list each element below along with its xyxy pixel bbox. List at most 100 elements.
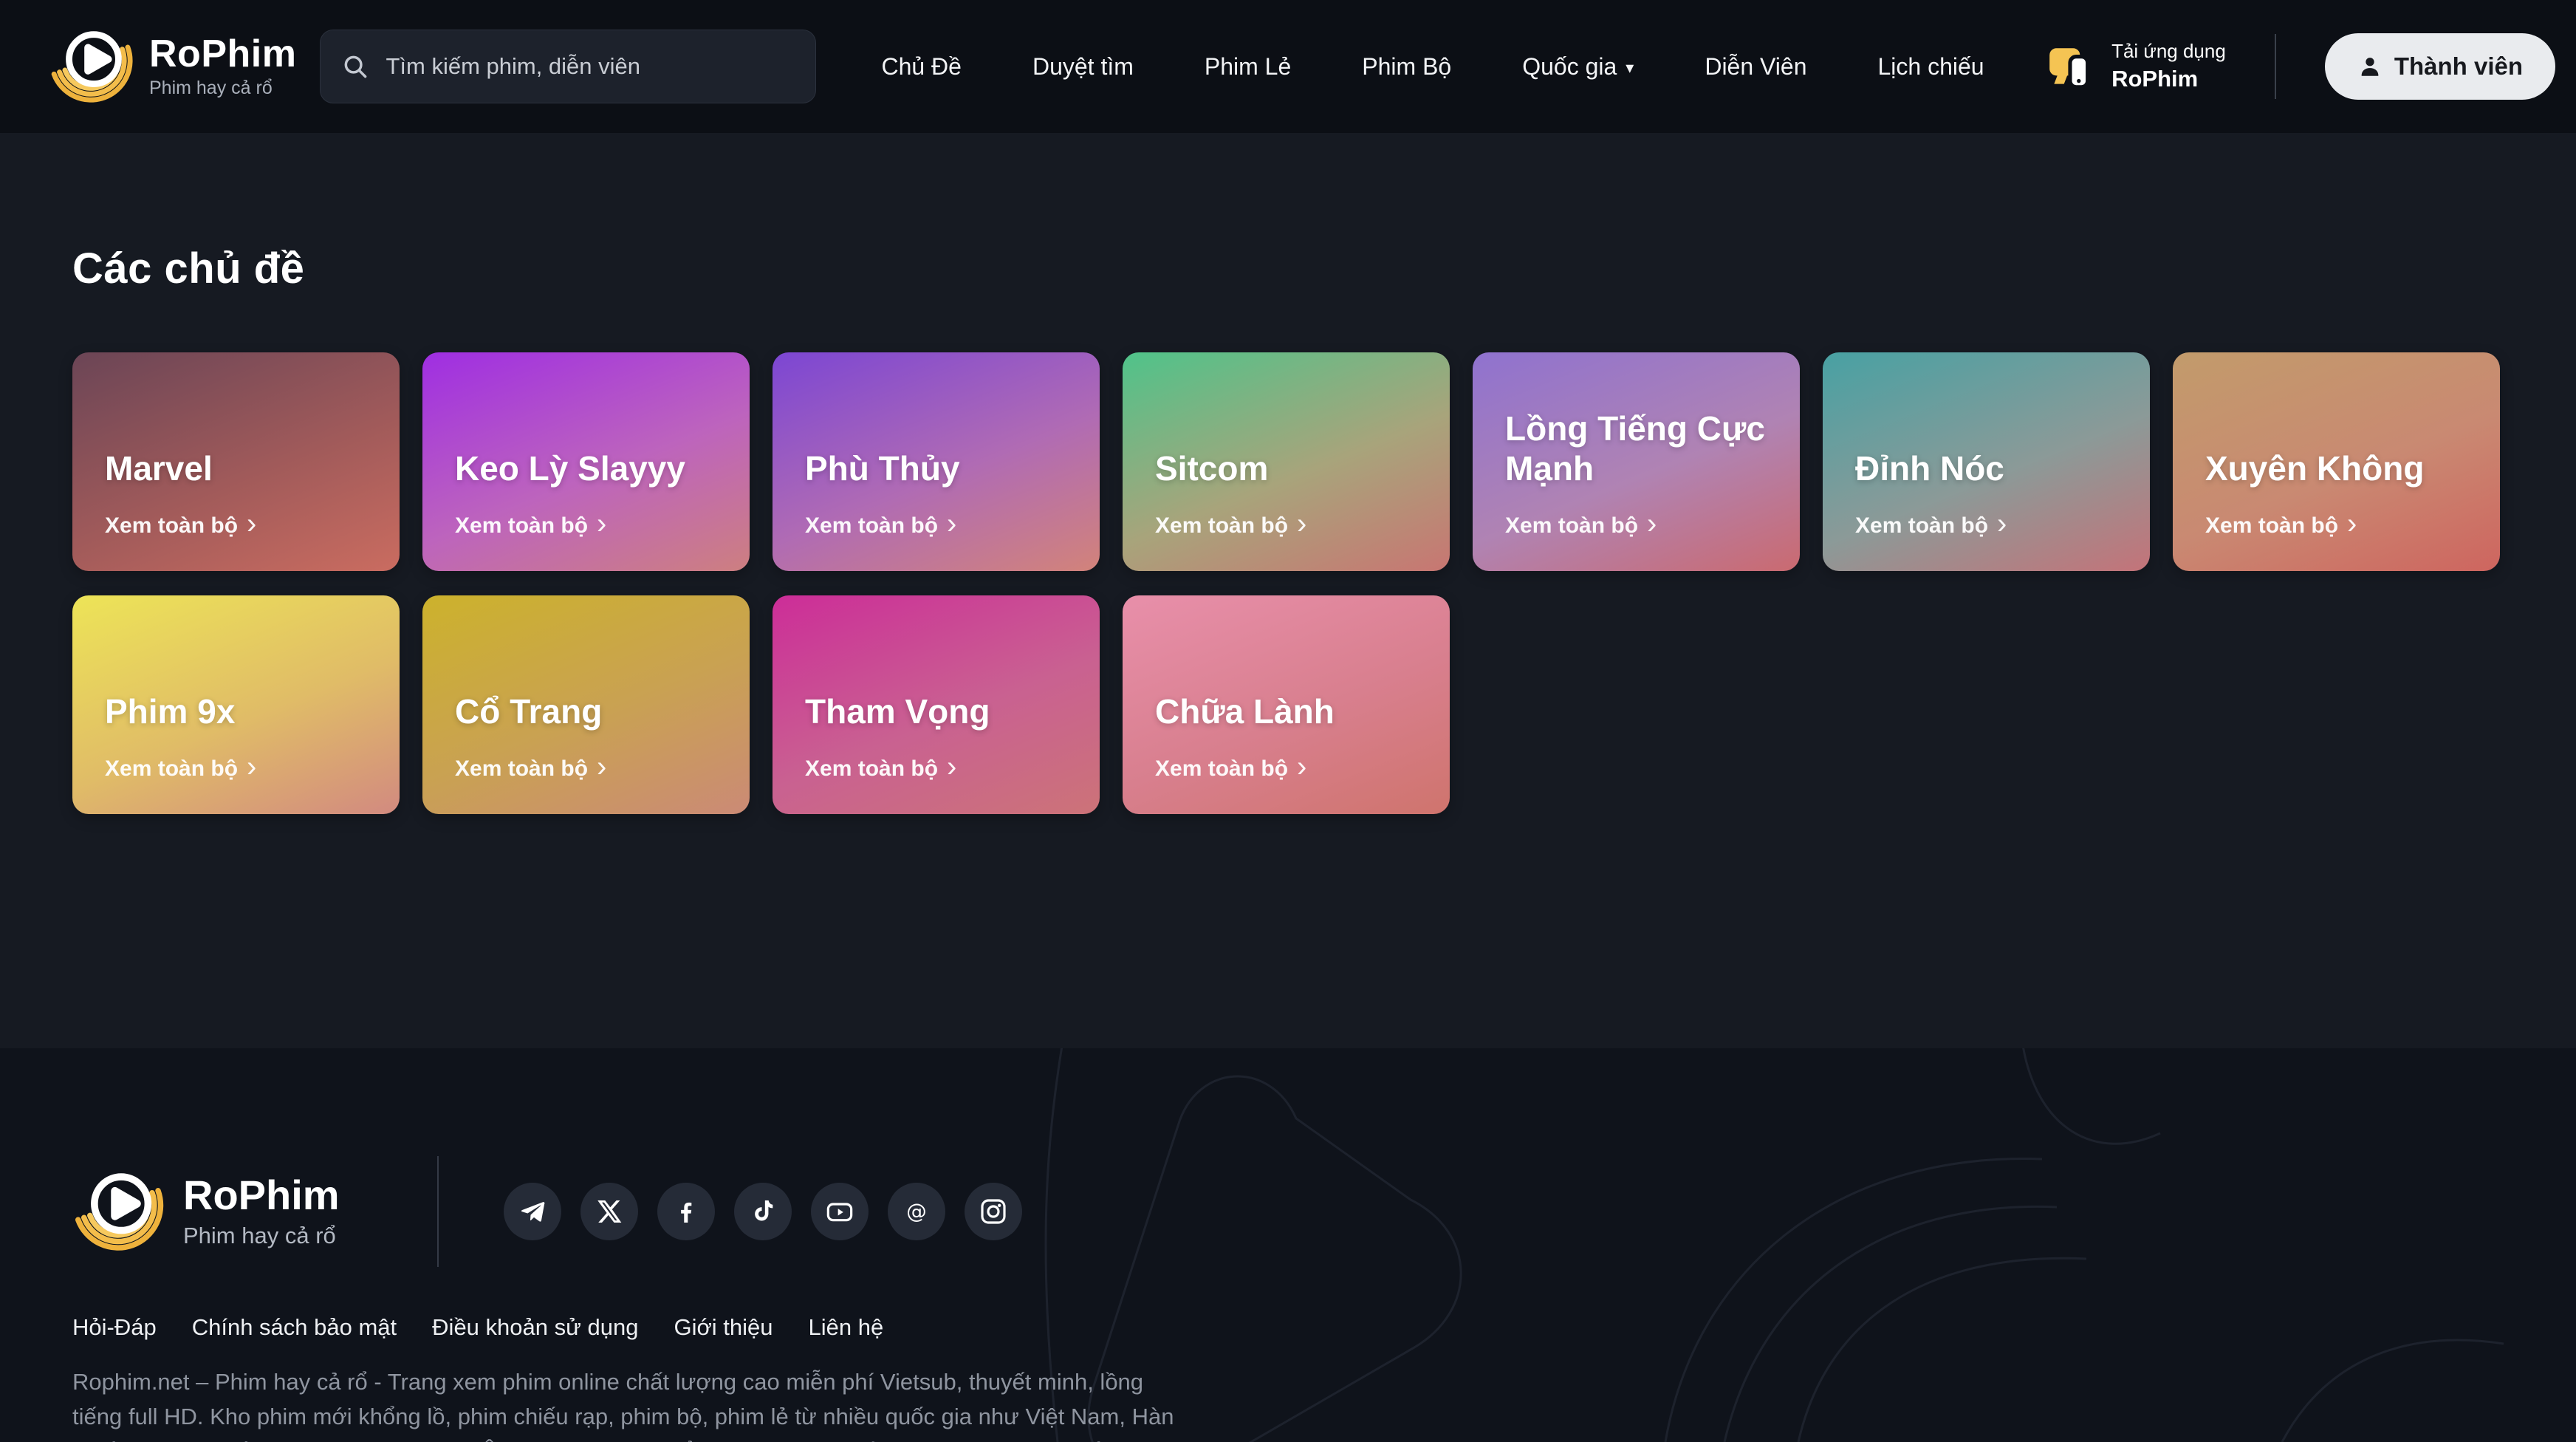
social-button-youtube[interactable]: [811, 1183, 869, 1240]
topic-card[interactable]: Keo Lỳ SlayyyXem toàn bộ›: [422, 352, 750, 571]
search-icon: [341, 52, 369, 81]
topic-card[interactable]: Marvel Xem toàn bộ ›: [72, 352, 400, 571]
header: RoPhim Phim hay cả rổ Chủ Đề Duyệt tìm Phi…: [0, 0, 2576, 133]
main-content: Các chủ đề MarvelXem toàn bộ›Keo Lỳ Slay…: [0, 133, 2576, 1048]
chevron-right-icon: ›: [947, 756, 956, 778]
instagram-icon: [979, 1197, 1008, 1226]
topic-title: Phim 9x: [105, 691, 370, 731]
app-download-line1: Tải ứng dụng: [2111, 41, 2226, 63]
social-button-x[interactable]: [580, 1183, 638, 1240]
topic-view-all-label: Xem toàn bộ: [105, 513, 238, 539]
topic-title: Lồng Tiếng Cực Mạnh: [1505, 409, 1770, 488]
telegram-icon: [518, 1197, 547, 1226]
search-input[interactable]: [384, 52, 795, 81]
footer-link[interactable]: Liên hệ: [809, 1314, 884, 1341]
footer-rophim-logo-icon: [72, 1164, 167, 1259]
brand[interactable]: RoPhim Phim hay cả rổ: [49, 23, 296, 110]
topic-view-all-label: Xem toàn bộ: [455, 513, 588, 539]
topic-title: Phù Thủy: [805, 448, 1070, 488]
topic-view-all-label: Xem toàn bộ: [1505, 513, 1638, 539]
topic-view-all-label: Xem toàn bộ: [455, 756, 588, 782]
topic-title: Xuyên Không: [2205, 448, 2470, 488]
topic-view-all-link[interactable]: Xem toàn bộ›: [105, 756, 370, 782]
topic-card[interactable]: Cổ TrangXem toàn bộ›: [422, 595, 750, 814]
footer-brand-name: RoPhim: [183, 1174, 340, 1217]
nav-item-duyệt-tìm[interactable]: Duyệt tìm: [1032, 53, 1134, 81]
nav-item-lịch-chiếu[interactable]: Lịch chiếu: [1878, 53, 1984, 81]
topic-card[interactable]: Chữa Lành Xem toàn bộ›: [1123, 595, 1450, 814]
topic-view-all-link[interactable]: Xem toàn bộ›: [455, 756, 720, 782]
app-download-text: Tải ứng dụng RoPhim: [2111, 41, 2226, 92]
person-icon: [2357, 54, 2383, 79]
header-divider: [2275, 34, 2276, 99]
topic-title: Marvel: [105, 448, 370, 488]
social-button-threads[interactable]: @: [888, 1183, 945, 1240]
topic-view-all-link[interactable]: Xem toàn bộ ›: [1155, 513, 1420, 539]
topic-view-all-link[interactable]: Xem toàn bộ›: [1505, 513, 1770, 539]
topic-card[interactable]: Đỉnh Nóc Xem toàn bộ›: [1823, 352, 2150, 571]
main-nav: Chủ Đề Duyệt tìm Phim Lẻ Phim Bộ Quốc gia▾ Di…: [881, 53, 1984, 81]
topic-title: Chữa Lành: [1155, 691, 1420, 731]
footer-link[interactable]: Điều khoản sử dụng: [432, 1314, 638, 1341]
svg-text:@: @: [906, 1200, 927, 1223]
member-button-label: Thành viên: [2394, 52, 2523, 81]
topic-view-all-label: Xem toàn bộ: [1155, 756, 1288, 782]
social-button-facebook[interactable]: [657, 1183, 715, 1240]
nav-item-diễn-viên[interactable]: Diễn Viên: [1705, 53, 1806, 81]
nav-item-label: Diễn Viên: [1705, 53, 1806, 81]
threads-icon: @: [902, 1197, 931, 1226]
footer: RoPhim Phim hay cả rổ @ Hỏi-Đáp Chính sác…: [0, 1048, 2576, 1442]
topic-view-all-link[interactable]: Xem toàn bộ›: [1855, 513, 2120, 539]
x-icon: [595, 1197, 624, 1226]
facebook-icon: [671, 1197, 701, 1226]
footer-links: Hỏi-Đáp Chính sách bảo mật Điều khoản sử d…: [72, 1314, 2576, 1341]
nav-item-label: Duyệt tìm: [1032, 53, 1134, 81]
social-button-instagram[interactable]: [965, 1183, 1022, 1240]
topic-title: Đỉnh Nóc: [1855, 448, 2120, 488]
topic-card[interactable]: SitcomXem toàn bộ›: [1123, 352, 1450, 571]
footer-link[interactable]: Chính sách bảo mật: [192, 1314, 397, 1341]
topic-view-all-label: Xem toàn bộ: [805, 756, 938, 782]
topic-view-all-link[interactable]: Xem toàn bộ›: [2205, 513, 2470, 539]
topic-view-all-label: Xem toàn bộ: [1155, 513, 1288, 539]
topic-card[interactable]: Tham VọngXem toàn bộ›: [773, 595, 1100, 814]
app-download-icon: [2045, 41, 2097, 92]
brand-text: RoPhim Phim hay cả rổ: [149, 34, 296, 100]
member-button[interactable]: Thành viên: [2325, 33, 2555, 100]
chevron-right-icon: ›: [947, 513, 956, 535]
nav-item-quốc-gia[interactable]: Quốc gia▾: [1522, 53, 1634, 81]
chevron-down-icon: ▾: [1626, 58, 1634, 78]
tiktok-icon: [748, 1197, 778, 1226]
topic-card[interactable]: Phù Thủy Xem toàn bộ›: [773, 352, 1100, 571]
page-title: Các chủ đề: [72, 244, 2504, 293]
chevron-right-icon: ›: [597, 513, 606, 535]
topic-card[interactable]: Phim 9x Xem toàn bộ›: [72, 595, 400, 814]
social-button-telegram[interactable]: [504, 1183, 561, 1240]
social-button-tiktok[interactable]: [734, 1183, 792, 1240]
footer-row-brand-social: RoPhim Phim hay cả rổ @: [72, 1156, 2576, 1267]
topic-view-all-link[interactable]: Xem toàn bộ ›: [105, 513, 370, 539]
search-bar[interactable]: [320, 30, 816, 103]
footer-divider: [437, 1156, 439, 1267]
footer-link[interactable]: Hỏi-Đáp: [72, 1314, 157, 1341]
nav-item-chủ-đề[interactable]: Chủ Đề: [881, 53, 962, 81]
youtube-icon: [825, 1197, 854, 1226]
footer-description: Rophim.net – Phim hay cả rổ - Trang xem …: [72, 1364, 1180, 1442]
brand-name: RoPhim: [149, 34, 296, 75]
app-download-line2: RoPhim: [2111, 66, 2226, 92]
footer-link[interactable]: Giới thiệu: [674, 1314, 773, 1341]
nav-item-phim-bộ[interactable]: Phim Bộ: [1362, 53, 1451, 81]
topic-card[interactable]: Lồng Tiếng Cực Mạnh Xem toàn bộ›: [1473, 352, 1800, 571]
nav-item-phim-lẻ[interactable]: Phim Lẻ: [1205, 53, 1291, 81]
page: RoPhim Phim hay cả rổ Chủ Đề Duyệt tìm Phi…: [0, 0, 2576, 1442]
topic-view-all-link[interactable]: Xem toàn bộ ›: [455, 513, 720, 539]
topic-view-all-link[interactable]: Xem toàn bộ›: [1155, 756, 1420, 782]
topic-view-all-link[interactable]: Xem toàn bộ›: [805, 513, 1070, 539]
topic-card[interactable]: Xuyên Không Xem toàn bộ›: [2173, 352, 2500, 571]
topic-view-all-label: Xem toàn bộ: [2205, 513, 2338, 539]
app-download[interactable]: Tải ứng dụng RoPhim: [2045, 41, 2226, 92]
chevron-right-icon: ›: [1297, 513, 1306, 535]
topic-view-all-link[interactable]: Xem toàn bộ ›: [805, 756, 1070, 782]
chevron-right-icon: ›: [247, 513, 256, 535]
brand-tagline: Phim hay cả rổ: [149, 78, 296, 99]
